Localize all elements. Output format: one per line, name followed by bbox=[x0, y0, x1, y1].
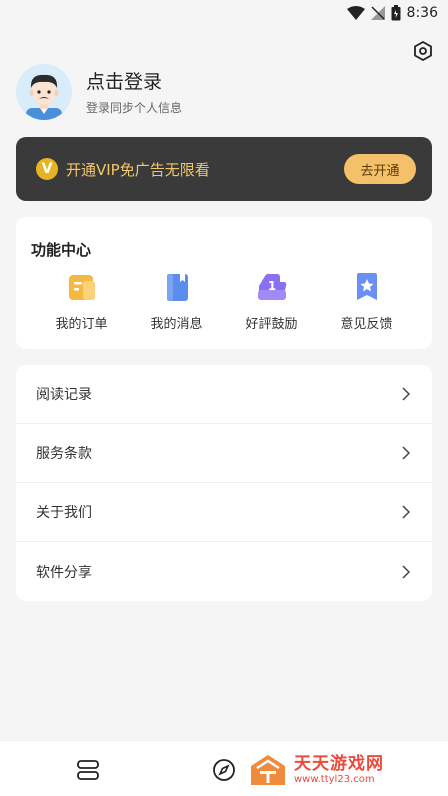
login-title[interactable]: 点击登录 bbox=[86, 69, 182, 95]
chevron-right-icon bbox=[402, 387, 410, 401]
watermark-url: www.ttyl23.com bbox=[294, 774, 375, 785]
function-item-feedback[interactable]: 意见反馈 bbox=[319, 271, 414, 332]
feedback-icon bbox=[351, 271, 383, 303]
chevron-right-icon bbox=[402, 564, 410, 579]
svg-text:1: 1 bbox=[267, 279, 275, 293]
menu-item-label: 服务条款 bbox=[36, 446, 92, 462]
function-item-rating[interactable]: 1 好評鼓励 bbox=[224, 271, 319, 332]
profile-section[interactable]: 点击登录 登录同步个人信息 bbox=[16, 64, 182, 120]
function-item-messages[interactable]: 我的消息 bbox=[129, 271, 224, 332]
chevron-right-icon bbox=[402, 446, 410, 460]
function-item-orders[interactable]: 我的订单 bbox=[34, 271, 129, 332]
bookshelf-icon[interactable] bbox=[76, 758, 100, 782]
order-icon bbox=[66, 271, 98, 303]
function-label: 好評鼓励 bbox=[245, 317, 298, 332]
menu-item-label: 软件分享 bbox=[36, 564, 92, 581]
settings-icon[interactable] bbox=[412, 40, 434, 62]
function-label: 我的消息 bbox=[150, 317, 203, 332]
menu-item-terms[interactable]: 服务条款 bbox=[16, 424, 432, 483]
avatar[interactable] bbox=[16, 64, 72, 120]
vip-text: 开通VIP免广告无限看 bbox=[66, 160, 210, 179]
watermark: 天天游戏网 www.ttyl23.com bbox=[248, 750, 444, 790]
vip-badge-icon: V bbox=[36, 158, 58, 180]
chevron-right-icon bbox=[402, 505, 410, 519]
function-label: 意见反馈 bbox=[340, 317, 393, 332]
menu-list: 阅读记录 服务条款 关于我们 软件分享 bbox=[16, 365, 432, 601]
function-center-card: 功能中心 我的订单 我的消息 1 好評鼓励 意见反馈 bbox=[16, 217, 432, 349]
status-time: 8:36 bbox=[406, 5, 438, 21]
vip-banner[interactable]: V 开通VIP免广告无限看 去开通 bbox=[16, 137, 432, 201]
vip-open-button[interactable]: 去开通 bbox=[344, 154, 416, 184]
signal-off-icon bbox=[370, 6, 385, 20]
menu-item-label: 阅读记录 bbox=[36, 387, 92, 403]
watermark-logo-icon bbox=[251, 755, 285, 785]
rating-icon: 1 bbox=[256, 271, 288, 303]
status-bar: 8:36 bbox=[0, 0, 448, 26]
function-label: 我的订单 bbox=[55, 317, 108, 332]
function-center-title: 功能中心 bbox=[31, 241, 92, 259]
watermark-title: 天天游戏网 bbox=[294, 754, 384, 774]
compass-icon[interactable] bbox=[212, 758, 236, 782]
wifi-icon bbox=[346, 6, 365, 20]
menu-item-share[interactable]: 软件分享 bbox=[16, 542, 432, 601]
menu-item-reading-history[interactable]: 阅读记录 bbox=[16, 365, 432, 424]
menu-item-label: 关于我们 bbox=[36, 505, 92, 521]
menu-item-about[interactable]: 关于我们 bbox=[16, 483, 432, 542]
battery-icon bbox=[391, 5, 401, 21]
message-icon bbox=[161, 271, 193, 303]
avatar-cartoon-man-icon bbox=[16, 64, 72, 120]
login-subtitle: 登录同步个人信息 bbox=[86, 100, 183, 115]
